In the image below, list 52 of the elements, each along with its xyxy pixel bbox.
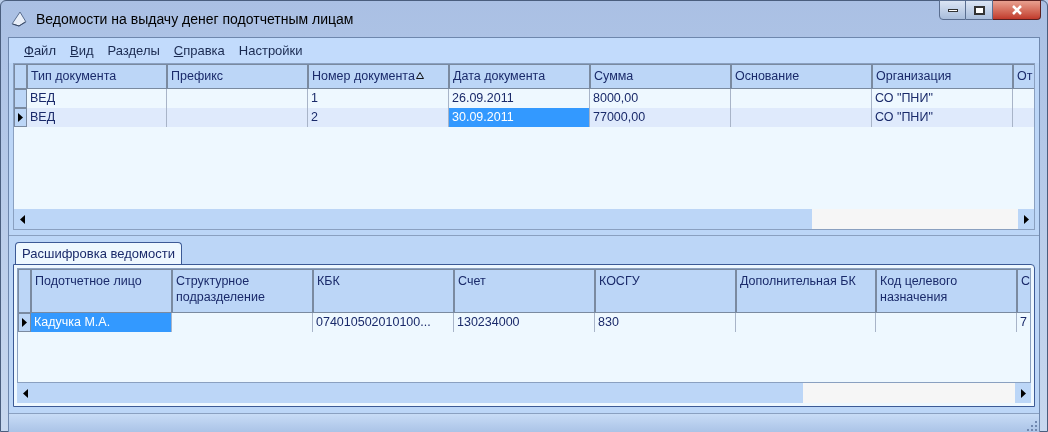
right-arrow-icon xyxy=(1020,388,1026,398)
app-icon xyxy=(10,10,28,28)
column-header[interactable]: Префикс xyxy=(167,64,308,89)
resize-grip-icon[interactable] xyxy=(1027,421,1037,431)
column-header[interactable]: Номер документа xyxy=(308,64,449,89)
right-arrow-icon xyxy=(1023,214,1029,224)
row-indicator[interactable] xyxy=(14,108,27,127)
column-header[interactable]: Код целевого назначения xyxy=(876,269,1017,313)
minimize-button[interactable] xyxy=(939,0,966,20)
close-icon xyxy=(1010,5,1023,15)
column-header[interactable]: Организация xyxy=(872,64,1013,89)
left-arrow-icon xyxy=(22,388,28,398)
maximize-button[interactable] xyxy=(966,0,993,20)
column-header[interactable]: Дополнительная БК xyxy=(736,269,876,313)
column-header[interactable]: Дата документа xyxy=(449,64,590,89)
table-cell: 30.09.2011 xyxy=(449,108,590,127)
menu-item[interactable]: Вид xyxy=(62,40,101,61)
tab[interactable]: Расшифровка ведомости xyxy=(15,242,182,264)
row-indicator[interactable] xyxy=(18,313,31,332)
column-header[interactable]: Структурное подразделение xyxy=(172,269,313,313)
column-header[interactable]: КОСГУ xyxy=(595,269,736,313)
menu-item[interactable]: Справка xyxy=(166,40,232,61)
column-header[interactable]: Основание xyxy=(731,64,872,89)
table-cell: 7 xyxy=(1017,313,1030,332)
table-cell: 77000,00 xyxy=(590,108,731,127)
scrollbar-thumb[interactable] xyxy=(30,209,812,229)
column-header[interactable]: Тип документа xyxy=(27,64,167,89)
left-arrow-icon xyxy=(19,214,25,224)
scroll-left-button[interactable] xyxy=(17,383,33,403)
table-cell: 074010502010100... xyxy=(313,313,454,332)
column-header[interactable]: Счет xyxy=(454,269,595,313)
column-header[interactable]: Подотчетное лицо xyxy=(31,269,172,313)
table-cell: СО "ПНИ" xyxy=(872,108,1013,127)
menu-item[interactable]: Настройки xyxy=(231,40,310,61)
header-corner xyxy=(18,269,31,313)
table-cell: ВЕД xyxy=(27,108,167,127)
sort-ascending-icon xyxy=(415,72,424,79)
menu-item[interactable]: Разделы xyxy=(100,40,167,61)
scroll-right-button[interactable] xyxy=(1018,209,1034,229)
column-header[interactable]: КБК xyxy=(313,269,454,313)
table-cell: Кадучка М.А. xyxy=(31,313,172,332)
table-cell: 830 xyxy=(595,313,736,332)
scrollbar-thumb[interactable] xyxy=(33,383,803,403)
close-button[interactable] xyxy=(993,0,1041,20)
menu-item[interactable]: Файл xyxy=(17,40,63,61)
scroll-left-button[interactable] xyxy=(14,209,30,229)
column-header[interactable]: С xyxy=(1017,269,1030,313)
column-header[interactable]: Сумма xyxy=(590,64,731,89)
window-title: Ведомости на выдачу денег подотчетным лицам xyxy=(36,9,354,29)
column-header[interactable]: От xyxy=(1013,64,1034,89)
scroll-right-button[interactable] xyxy=(1015,383,1031,403)
table-cell: 130234000 xyxy=(454,313,595,332)
